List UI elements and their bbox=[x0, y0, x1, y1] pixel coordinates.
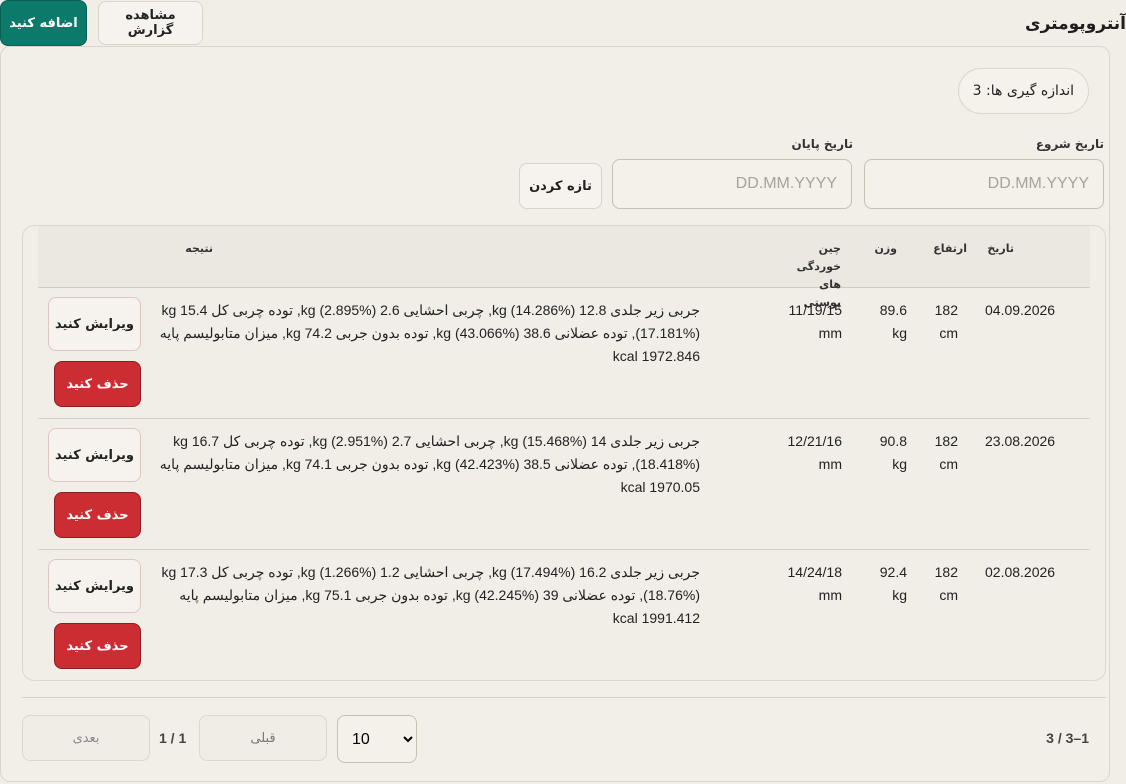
end-date-input[interactable] bbox=[612, 159, 852, 209]
start-date-label: تاریخ شروع bbox=[1035, 137, 1104, 151]
content-card: اندازه گیری ها: 3 تاریخ شروع تاریخ پایان… bbox=[0, 46, 1110, 782]
page-title: آنتروپومتری bbox=[1025, 14, 1126, 34]
row-skinfolds: 14/24/18 mm bbox=[787, 564, 843, 603]
row-result: جربی زیر جلدی 16.2 kg (17.494%), چربی اح… bbox=[148, 561, 700, 630]
header-date: تاریخ bbox=[987, 242, 1014, 255]
row-date: 02.08.2026 bbox=[985, 564, 1056, 580]
table-row: 04.09.2026 182 cm 89.6 kg 11/19/15 mm جر… bbox=[38, 287, 1090, 419]
delete-button[interactable]: حذف کنید bbox=[54, 623, 141, 669]
row-result-line-1: جربی زیر جلدی 12.8 kg (14.286%), چربی اح… bbox=[161, 302, 700, 318]
measurement-count-chip: اندازه گیری ها: 3 bbox=[957, 68, 1089, 114]
row-result: جربی زیر جلدی 14 kg (15.468%), چربی احشا… bbox=[148, 430, 700, 499]
row-height: 182 cm bbox=[934, 564, 958, 603]
table-header: تاریخ ارتفاع وزن چین خوردگی های پوستی نت… bbox=[38, 226, 1090, 309]
row-result-line-1: جربی زیر جلدی 16.2 kg (17.494%), چربی اح… bbox=[161, 564, 700, 580]
delete-button[interactable]: حذف کنید bbox=[54, 361, 141, 407]
table-row: 23.08.2026 182 cm 90.8 kg 12/21/16 mm جر… bbox=[38, 418, 1090, 550]
delete-button[interactable]: حذف کنید bbox=[54, 492, 141, 538]
header-height: ارتفاع bbox=[933, 242, 967, 255]
row-height: 182 cm bbox=[934, 302, 958, 341]
row-skinfolds: 12/21/16 mm bbox=[787, 433, 843, 472]
row-result-line-2: (18.418%), توده عضلانی 38.5 kg (42.423%)… bbox=[159, 456, 700, 495]
row-result-line-2: (18.76%), توده عضلانی 39 kg (42.245%), ت… bbox=[179, 587, 700, 626]
row-date: 23.08.2026 bbox=[985, 433, 1056, 449]
start-date-input[interactable] bbox=[864, 159, 1104, 209]
row-result-line-2: (17.181%), توده عضلانی 38.6 kg (43.066%)… bbox=[159, 325, 700, 364]
add-button[interactable]: اضافه کنید bbox=[0, 0, 87, 46]
row-weight: 89.6 kg bbox=[879, 302, 907, 341]
row-weight: 90.8 kg bbox=[879, 433, 907, 472]
page-size-select[interactable]: 10 bbox=[337, 715, 417, 763]
pagination-range: 1–3 / 3 bbox=[1046, 730, 1089, 746]
table-row: 02.08.2026 182 cm 92.4 kg 14/24/18 mm جر… bbox=[38, 549, 1090, 680]
next-page-button[interactable]: بعدی bbox=[22, 715, 150, 761]
row-date: 04.09.2026 bbox=[985, 302, 1056, 318]
row-weight: 92.4 kg bbox=[879, 564, 907, 603]
edit-button[interactable]: ویرایش کنید bbox=[48, 559, 141, 613]
header-result: نتیجه bbox=[185, 242, 213, 255]
edit-button[interactable]: ویرایش کنید bbox=[48, 297, 141, 351]
pagination-divider bbox=[22, 697, 1106, 698]
row-result-line-1: جربی زیر جلدی 14 kg (15.468%), چربی احشا… bbox=[173, 433, 700, 449]
measurements-table: تاریخ ارتفاع وزن چین خوردگی های پوستی نت… bbox=[22, 225, 1106, 681]
row-skinfolds: 11/19/15 mm bbox=[788, 302, 842, 341]
edit-button[interactable]: ویرایش کنید bbox=[48, 428, 141, 482]
header-weight: وزن bbox=[874, 242, 897, 255]
row-result: جربی زیر جلدی 12.8 kg (14.286%), چربی اح… bbox=[148, 299, 700, 368]
page-indicator: 1 / 1 bbox=[159, 730, 187, 746]
previous-page-button[interactable]: قبلی bbox=[199, 715, 327, 761]
top-bar: آنتروپومتری اضافه کنید مشاهده گزارش bbox=[0, 0, 1126, 46]
end-date-label: تاریخ پایان bbox=[791, 137, 853, 151]
refresh-button[interactable]: تازه کردن bbox=[519, 163, 602, 209]
row-height: 182 cm bbox=[934, 433, 958, 472]
view-report-button[interactable]: مشاهده گزارش bbox=[98, 1, 203, 45]
